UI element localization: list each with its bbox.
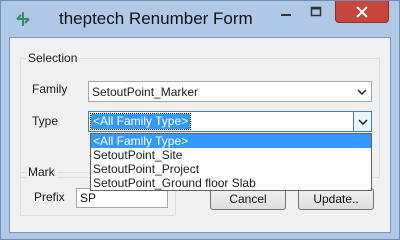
type-option[interactable]: SetoutPoint_Site bbox=[91, 148, 371, 162]
form-client-area: Selection Family SetoutPoint_Marker Type… bbox=[9, 37, 391, 233]
maximize-icon bbox=[310, 6, 322, 17]
type-label: Type bbox=[32, 114, 59, 128]
minimize-button[interactable] bbox=[273, 1, 299, 23]
prefix-input[interactable] bbox=[76, 188, 168, 208]
update-button[interactable]: Update.. bbox=[298, 188, 374, 210]
type-dropdown-list[interactable]: <All Family Type> SetoutPoint_Site Setou… bbox=[90, 133, 372, 191]
family-combobox[interactable]: SetoutPoint_Marker bbox=[88, 81, 372, 102]
family-label: Family bbox=[32, 82, 68, 96]
type-combobox[interactable]: <All Family Type> bbox=[88, 111, 372, 132]
type-option[interactable]: SetoutPoint_Ground floor Slab bbox=[91, 176, 371, 190]
minimize-icon bbox=[281, 14, 291, 16]
family-selected-value: SetoutPoint_Marker bbox=[92, 85, 199, 99]
chevron-down-icon[interactable] bbox=[353, 112, 371, 131]
prefix-field[interactable] bbox=[77, 189, 167, 207]
window-title: theptech Renumber Form bbox=[59, 9, 253, 28]
mark-group-label: Mark bbox=[26, 165, 57, 179]
chevron-down-icon[interactable] bbox=[353, 82, 371, 101]
close-button[interactable] bbox=[335, 1, 389, 23]
maximize-button[interactable] bbox=[303, 1, 329, 23]
type-selected-value: <All Family Type> bbox=[89, 113, 192, 130]
prefix-label: Prefix bbox=[34, 190, 65, 204]
type-option[interactable]: <All Family Type> bbox=[91, 134, 371, 148]
app-icon bbox=[13, 9, 33, 29]
app-window: theptech Renumber Form Selection Family … bbox=[0, 0, 400, 240]
close-icon bbox=[356, 5, 368, 18]
selection-group-label: Selection bbox=[26, 51, 80, 65]
title-bar[interactable]: theptech Renumber Form bbox=[1, 1, 399, 37]
cancel-button[interactable]: Cancel bbox=[210, 188, 286, 210]
type-option[interactable]: SetoutPoint_Project bbox=[91, 162, 371, 176]
